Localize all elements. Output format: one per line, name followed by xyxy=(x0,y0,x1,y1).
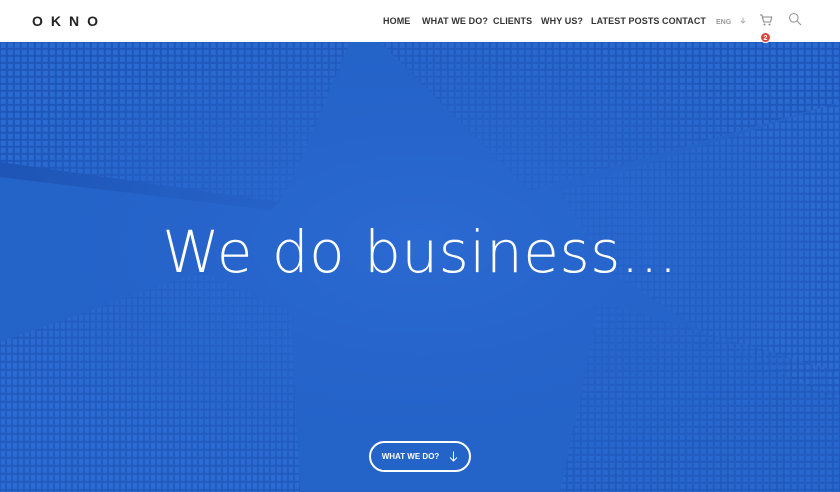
site-header: OKNO HOME WHAT WE DO? CLIENTS WHY US? LA… xyxy=(0,0,840,43)
arrow-down-icon xyxy=(449,451,458,462)
search-icon[interactable] xyxy=(788,12,802,26)
nav-item-clients[interactable]: CLIENTS xyxy=(493,16,532,26)
nav-item-contact[interactable]: CONTACT xyxy=(662,16,706,26)
what-we-do-button-label: WHAT WE DO? xyxy=(381,452,440,461)
chevron-down-icon xyxy=(740,17,746,26)
nav-item-home[interactable]: HOME xyxy=(383,16,410,26)
nav-item-latest-posts[interactable]: LATEST POSTS xyxy=(591,16,660,26)
site-logo[interactable]: OKNO xyxy=(32,13,106,29)
cart-count-badge: 2 xyxy=(760,32,771,43)
hero-section: We do business... WHAT WE DO? xyxy=(0,42,840,492)
cart-icon[interactable] xyxy=(759,13,773,27)
language-label: ENG xyxy=(716,19,732,26)
what-we-do-button[interactable]: WHAT WE DO? xyxy=(369,441,471,472)
language-selector[interactable]: ENG xyxy=(716,17,746,26)
hero-title: We do business... xyxy=(162,218,678,286)
nav-item-why-us[interactable]: WHY US? xyxy=(541,16,583,26)
nav-item-what-we-do[interactable]: WHAT WE DO? xyxy=(422,16,488,26)
